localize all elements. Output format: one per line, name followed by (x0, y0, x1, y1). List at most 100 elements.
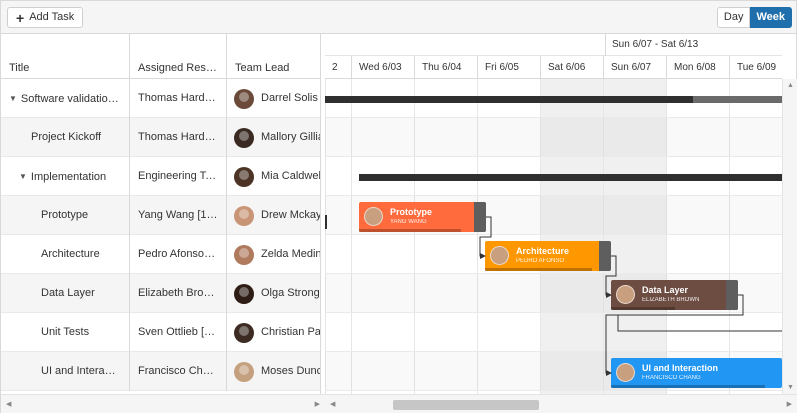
title-cell[interactable]: Unit Tests (1, 313, 130, 352)
task-bar-data-layer[interactable]: Data Layer ELIZABETH BROWN (611, 280, 738, 310)
resources-cell[interactable]: Yang Wang [100 %] (130, 196, 227, 235)
task-title: Project Kickoff (31, 131, 102, 143)
task-bar-name: Prototype (390, 207, 433, 217)
team-lead-name: Drew Mckay (261, 209, 321, 221)
team-lead-cell[interactable]: Christian Palmer (227, 313, 321, 352)
grid-horizontal-scrollbar[interactable]: ◀ ▶ (1, 394, 325, 413)
resource-avatar (490, 246, 509, 265)
avatar (234, 88, 254, 109)
caret-down-icon[interactable]: ▼ (9, 79, 17, 118)
table-row[interactable]: ▼ Implementation Engineering Tea... Mia Cal… (1, 157, 321, 196)
week-label: Sun 6/07 - Sat 6/13 (605, 34, 782, 56)
team-lead-cell[interactable]: Drew Mckay (227, 196, 321, 235)
team-lead-cell[interactable]: Zelda Medina (227, 235, 321, 274)
summary-bar-software-validation[interactable] (325, 96, 782, 103)
task-title: Unit Tests (41, 326, 90, 338)
team-lead-name: Mia Caldwell (261, 170, 321, 182)
table-row[interactable]: ▼Software validation, res...Thomas Hardy… (1, 79, 320, 118)
resources-cell[interactable]: Engineering Tea... (130, 157, 227, 196)
column-header-team-lead[interactable]: Team Lead (227, 34, 320, 79)
team-lead-name: Christian Palmer (261, 326, 321, 338)
avatar (234, 283, 254, 304)
title-cell[interactable]: Project Kickoff (1, 118, 130, 157)
resources-cell[interactable]: Thomas Hardy [1... (130, 118, 227, 157)
team-lead-name: Darrel Solis (261, 92, 318, 104)
team-lead-cell[interactable]: Moses Duncan... (227, 352, 321, 391)
title-cell[interactable]: ▼ Implementation (1, 157, 130, 196)
scroll-right-icon[interactable]: ▶ (787, 400, 792, 408)
task-title: Architecture (41, 248, 100, 260)
table-row[interactable]: Prototype Yang Wang [100 %] Drew Mckay (1, 196, 321, 235)
resource-avatar (364, 207, 383, 226)
title-cell[interactable]: UI and Interaction (1, 352, 130, 391)
task-bar-prototype[interactable]: Prototype YANG WANG (359, 202, 486, 232)
avatar (234, 244, 254, 265)
task-bar-ui-and-interaction[interactable]: UI and Interaction FRANCISCO CHANG (611, 358, 782, 388)
resources-cell[interactable]: Pedro Afonso [10... (130, 235, 227, 274)
view-day-button[interactable]: Day (716, 7, 751, 28)
plus-icon: + (16, 9, 25, 26)
avatar (234, 166, 254, 187)
table-row[interactable]: Unit Tests Sven Ottlieb [100 ... Christian… (1, 313, 321, 352)
task-title: UI and Interaction (41, 365, 128, 377)
progress-handle[interactable] (474, 202, 486, 232)
day-header: Tue 6/09 (729, 56, 782, 79)
timeline-pane: Sun 6/07 - Sat 6/13 2 Wed 6/03 Thu 6/04 Fri… (325, 34, 782, 394)
timeline-horizontal-scrollbar[interactable]: ◀ ▶ (325, 394, 797, 413)
view-switch: Day Week (716, 7, 792, 28)
task-bar-name: Architecture (516, 246, 570, 256)
progress-handle[interactable] (726, 280, 738, 310)
column-header-resources[interactable]: Assigned Resour... (130, 34, 227, 79)
team-lead-name: Olga Strong (261, 287, 320, 299)
task-progress (611, 385, 765, 388)
day-header: Fri 6/05 (477, 56, 540, 79)
column-header-title[interactable]: Title (1, 34, 130, 79)
view-week-button[interactable]: Week (750, 7, 792, 28)
task-bar-architecture[interactable]: Architecture PEDRO AFONSO (485, 241, 611, 271)
team-lead-name: Mallory Gilliam... (261, 131, 320, 143)
summary-bar-implementation[interactable] (359, 174, 782, 181)
day-header: Sat 6/06 (540, 56, 603, 79)
scroll-right-icon[interactable]: ▶ (315, 400, 320, 408)
scrollbar-thumb[interactable] (393, 400, 539, 410)
resources-cell[interactable]: Thomas Hardy [1... (130, 79, 227, 118)
avatar (234, 127, 254, 148)
table-row[interactable]: Data Layer Elizabeth Brown [... Olga Stron… (1, 274, 320, 313)
table-row[interactable]: UI and Interaction Francisco Chang ... Mos… (1, 352, 321, 391)
resource-avatar (616, 363, 635, 382)
timeline-header: Sun 6/07 - Sat 6/13 2 Wed 6/03 Thu 6/04 Fri… (325, 34, 782, 79)
task-bar-name: UI and Interaction (642, 363, 719, 373)
team-lead-cell[interactable]: Darrel Solis (227, 79, 320, 118)
scroll-down-icon[interactable]: ▼ (787, 384, 794, 391)
add-task-button[interactable]: + Add Task (7, 7, 84, 28)
scroll-left-icon[interactable]: ◀ (6, 400, 11, 408)
resources-cell[interactable]: Elizabeth Brown [... (130, 274, 227, 313)
team-lead-cell[interactable]: Mia Caldwell (227, 157, 321, 196)
task-bar-resource: ELIZABETH BROWN (642, 297, 700, 303)
predecessor-link-stub (325, 215, 327, 229)
resources-cell[interactable]: Francisco Chang ... (130, 352, 227, 391)
vertical-scrollbar[interactable]: ▲ ▼ (782, 79, 797, 394)
title-cell[interactable]: Data Layer (1, 274, 130, 313)
title-cell[interactable]: Architecture (1, 235, 130, 274)
scroll-left-icon[interactable]: ◀ (330, 400, 335, 408)
team-lead-cell[interactable]: Olga Strong (227, 274, 320, 313)
title-cell[interactable]: Prototype (1, 196, 130, 235)
team-lead-cell[interactable]: Mallory Gilliam... (227, 118, 320, 157)
scroll-up-icon[interactable]: ▲ (787, 82, 794, 89)
avatar (234, 322, 254, 343)
title-cell[interactable]: ▼Software validation, res... (1, 79, 130, 118)
resources-cell[interactable]: Sven Ottlieb [100 ... (130, 313, 227, 352)
toolbar: + Add Task Day Week (1, 1, 796, 34)
task-bar-resource: PEDRO AFONSO (516, 258, 565, 264)
avatar (234, 361, 254, 382)
caret-down-icon[interactable]: ▼ (19, 157, 27, 196)
table-row[interactable]: Project Kickoff Thomas Hardy [1... Mallory… (1, 118, 320, 157)
team-lead-name: Zelda Medina (261, 248, 321, 260)
task-title: Data Layer (41, 287, 95, 299)
task-bar-name: Data Layer (642, 285, 689, 295)
table-row[interactable]: Architecture Pedro Afonso [10... Zelda Med… (1, 235, 321, 274)
team-lead-name: Moses Duncan... (261, 365, 321, 377)
progress-handle[interactable] (599, 241, 611, 271)
day-header: Thu 6/04 (414, 56, 477, 79)
